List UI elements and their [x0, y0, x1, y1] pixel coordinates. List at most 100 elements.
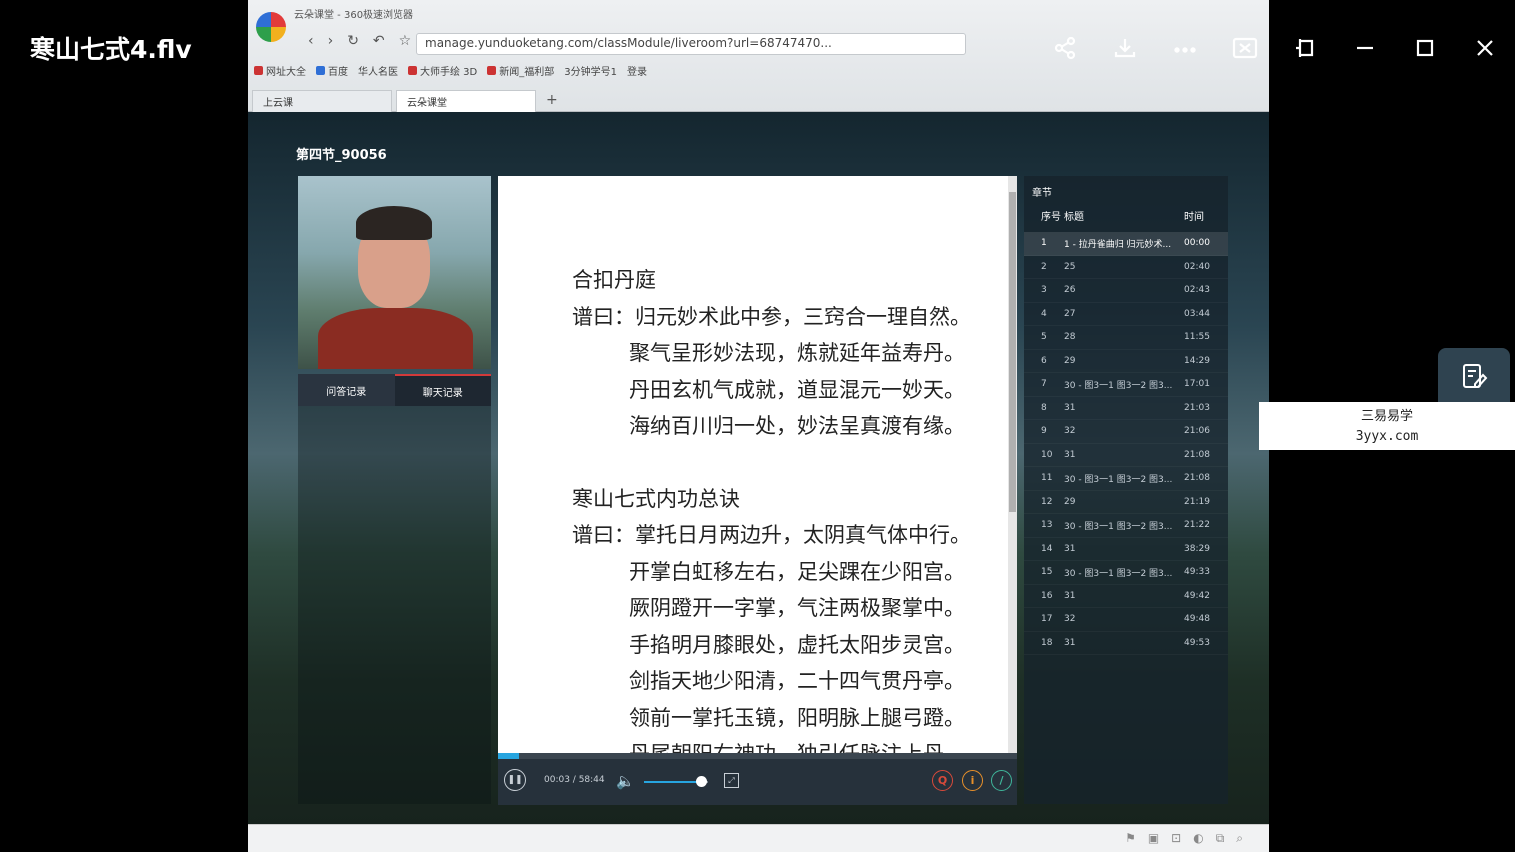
chapter-row: 11 30 - 图3一1 图3一2 图3... 21:08: [1024, 467, 1228, 491]
document-line: 谱曰：掌托日月两边升，太阴真气体中行。: [572, 523, 971, 547]
header-num: 序号: [1041, 212, 1061, 223]
document-gap: [572, 445, 971, 481]
chapter-row: 13 30 - 图3一1 图3一2 图3... 21:22: [1024, 514, 1228, 538]
minimize-icon[interactable]: [1335, 22, 1395, 74]
progress-fill: [498, 753, 519, 759]
close-icon[interactable]: [1455, 22, 1515, 74]
address-bar: manage.yunduoketang.com/classModule/live…: [416, 33, 966, 55]
document-line: 海纳百川归一处，妙法呈真渡有缘。: [629, 414, 965, 438]
chapter-row: 5 28 11:55: [1024, 326, 1228, 350]
document-line: 领前一掌托玉镜，阳明脉上腿弓蹬。: [629, 705, 965, 730]
new-tab-icon: +: [546, 92, 558, 108]
playback-time: 00:03 / 58:44: [544, 775, 605, 785]
chapter-num: 3: [1041, 285, 1047, 296]
more-icon[interactable]: [1155, 22, 1215, 74]
chapter-time: 49:42: [1184, 590, 1210, 601]
chapter-time: 03:44: [1184, 308, 1210, 319]
cast-icon[interactable]: [1215, 22, 1275, 74]
chapter-title: 31: [1064, 637, 1076, 648]
camera-tabs: 问答记录 聊天记录: [298, 374, 491, 406]
bookmark-item: 华人名医: [358, 67, 398, 78]
document-heading: 寒山七式内功总诀: [572, 486, 740, 511]
document-line: 丹田玄机气成就，道显混元一妙天。: [629, 377, 965, 402]
chapter-row: 2 25 02:40: [1024, 256, 1228, 279]
chapter-time: 21:06: [1184, 426, 1210, 437]
chapter-row: 3 26 02:43: [1024, 279, 1228, 303]
chapter-title: 31: [1064, 543, 1076, 554]
chapter-title: 31: [1064, 402, 1076, 413]
chapter-time: 11:55: [1184, 332, 1210, 343]
teacher-figure: [318, 308, 473, 369]
chapter-num: 13: [1041, 520, 1053, 531]
chapter-title: 31: [1064, 449, 1076, 460]
chapter-header: 序号 标题 时间: [1024, 208, 1228, 230]
chapter-time: 38:29: [1184, 543, 1210, 554]
video-file-title: 寒山七式4.flv: [30, 35, 192, 64]
chapter-time: 49:33: [1184, 567, 1210, 578]
pen-icon: /: [991, 770, 1012, 791]
chapter-row: 17 32 49:48: [1024, 608, 1228, 632]
browser-window-title: 云朵课堂 - 360极速浏览器: [294, 10, 414, 21]
chapter-num: 17: [1041, 614, 1053, 625]
chapter-title: 30 - 图3一1 图3一2 图3...: [1064, 568, 1173, 579]
notes-icon: [1463, 364, 1488, 388]
document-line: 厥阴蹬开一字掌，气注两极聚掌中。: [629, 596, 965, 620]
chapter-row: 6 29 14:29: [1024, 350, 1228, 373]
chapter-list-title: 章节: [1032, 188, 1052, 199]
chapter-num: 2: [1041, 261, 1047, 272]
browser-status-bar: ⚑▣⊡◐⧉⌕: [248, 824, 1269, 852]
chapter-title: 30 - 图3一1 图3一2 图3...: [1064, 521, 1173, 532]
chapter-row: 9 32 21:06: [1024, 420, 1228, 444]
volume-icon: 🔈: [616, 772, 635, 790]
browser-tab: 上云课: [252, 90, 392, 112]
chapter-num: 16: [1041, 590, 1053, 601]
chapter-row: 14 31 38:29: [1024, 538, 1228, 561]
chapter-title: 28: [1064, 332, 1076, 343]
player-toolbar: [1035, 22, 1515, 74]
chat-panel: [298, 406, 491, 804]
section-title: 第四节_90056: [296, 148, 387, 163]
chapter-num: 11: [1041, 473, 1053, 484]
document-line: 聚气呈形妙法现，炼就延年益寿丹。: [629, 341, 965, 365]
chapter-time: 17:01: [1184, 379, 1210, 390]
chapter-title: 29: [1064, 355, 1076, 366]
chapter-row: 7 30 - 图3一1 图3一2 图3... 17:01: [1024, 373, 1228, 397]
chapter-time: 21:08: [1184, 473, 1210, 484]
download-icon[interactable]: [1095, 22, 1155, 74]
chapter-time: 49:48: [1184, 614, 1210, 625]
bookmark-item: 大师手绘 3D: [408, 63, 477, 78]
watermark-name: 三易易学: [1360, 409, 1413, 424]
share-icon[interactable]: [1035, 22, 1095, 74]
bookmark-item: 3分钟学号1: [564, 67, 617, 78]
status-icons: ⚑▣⊡◐⧉⌕: [1125, 831, 1255, 845]
chapter-title: 27: [1064, 308, 1076, 319]
bookmark-bar: 网址大全 百度 华人名医 大师手绘 3D 新闻_福利部 3分钟学号1 登录: [254, 63, 647, 78]
chapter-time: 21:19: [1184, 496, 1210, 507]
chapter-num: 15: [1041, 567, 1053, 578]
chapter-time: 49:53: [1184, 637, 1210, 648]
question-icon: Q: [932, 770, 953, 791]
bookmark-item: 百度: [316, 63, 348, 78]
chapter-time: 00:00: [1184, 238, 1210, 249]
document-line: 剑指天地少阳清，二十四气贯丹亭。: [629, 669, 965, 693]
chapter-num: 1: [1041, 238, 1047, 249]
video-player: 寒山七式4.flv 云朵课堂 - 360极速浏览器 ‹›↻↶☆ manage.y…: [0, 0, 1515, 852]
chapter-title: 32: [1064, 426, 1076, 437]
chapter-time: 21:08: [1184, 449, 1210, 460]
chapter-num: 10: [1041, 449, 1053, 460]
tab-chat-record: 聊天记录: [394, 374, 491, 406]
teacher-camera: [298, 176, 491, 369]
browser-logo-icon: [256, 12, 286, 42]
chapter-num: 14: [1041, 543, 1053, 554]
notes-button[interactable]: [1438, 348, 1510, 404]
info-icon: i: [962, 770, 983, 791]
video-frame[interactable]: 云朵课堂 - 360极速浏览器 ‹›↻↶☆ manage.yunduoketan…: [248, 0, 1269, 852]
chapter-num: 18: [1041, 637, 1053, 648]
pause-icon: ❚❚: [504, 769, 526, 791]
lecture-document: 合扣丹庭 谱曰：归元妙术此中参，三窍合一理自然。 聚气呈形妙法现，炼就延年益寿丹。丹…: [498, 176, 1008, 753]
maximize-icon[interactable]: [1395, 22, 1455, 74]
document-heading: 合扣丹庭: [572, 268, 656, 292]
chapter-title: 30 - 图3一1 图3一2 图3...: [1064, 380, 1173, 391]
pin-icon[interactable]: [1275, 22, 1335, 74]
chapter-num: 9: [1041, 426, 1047, 437]
